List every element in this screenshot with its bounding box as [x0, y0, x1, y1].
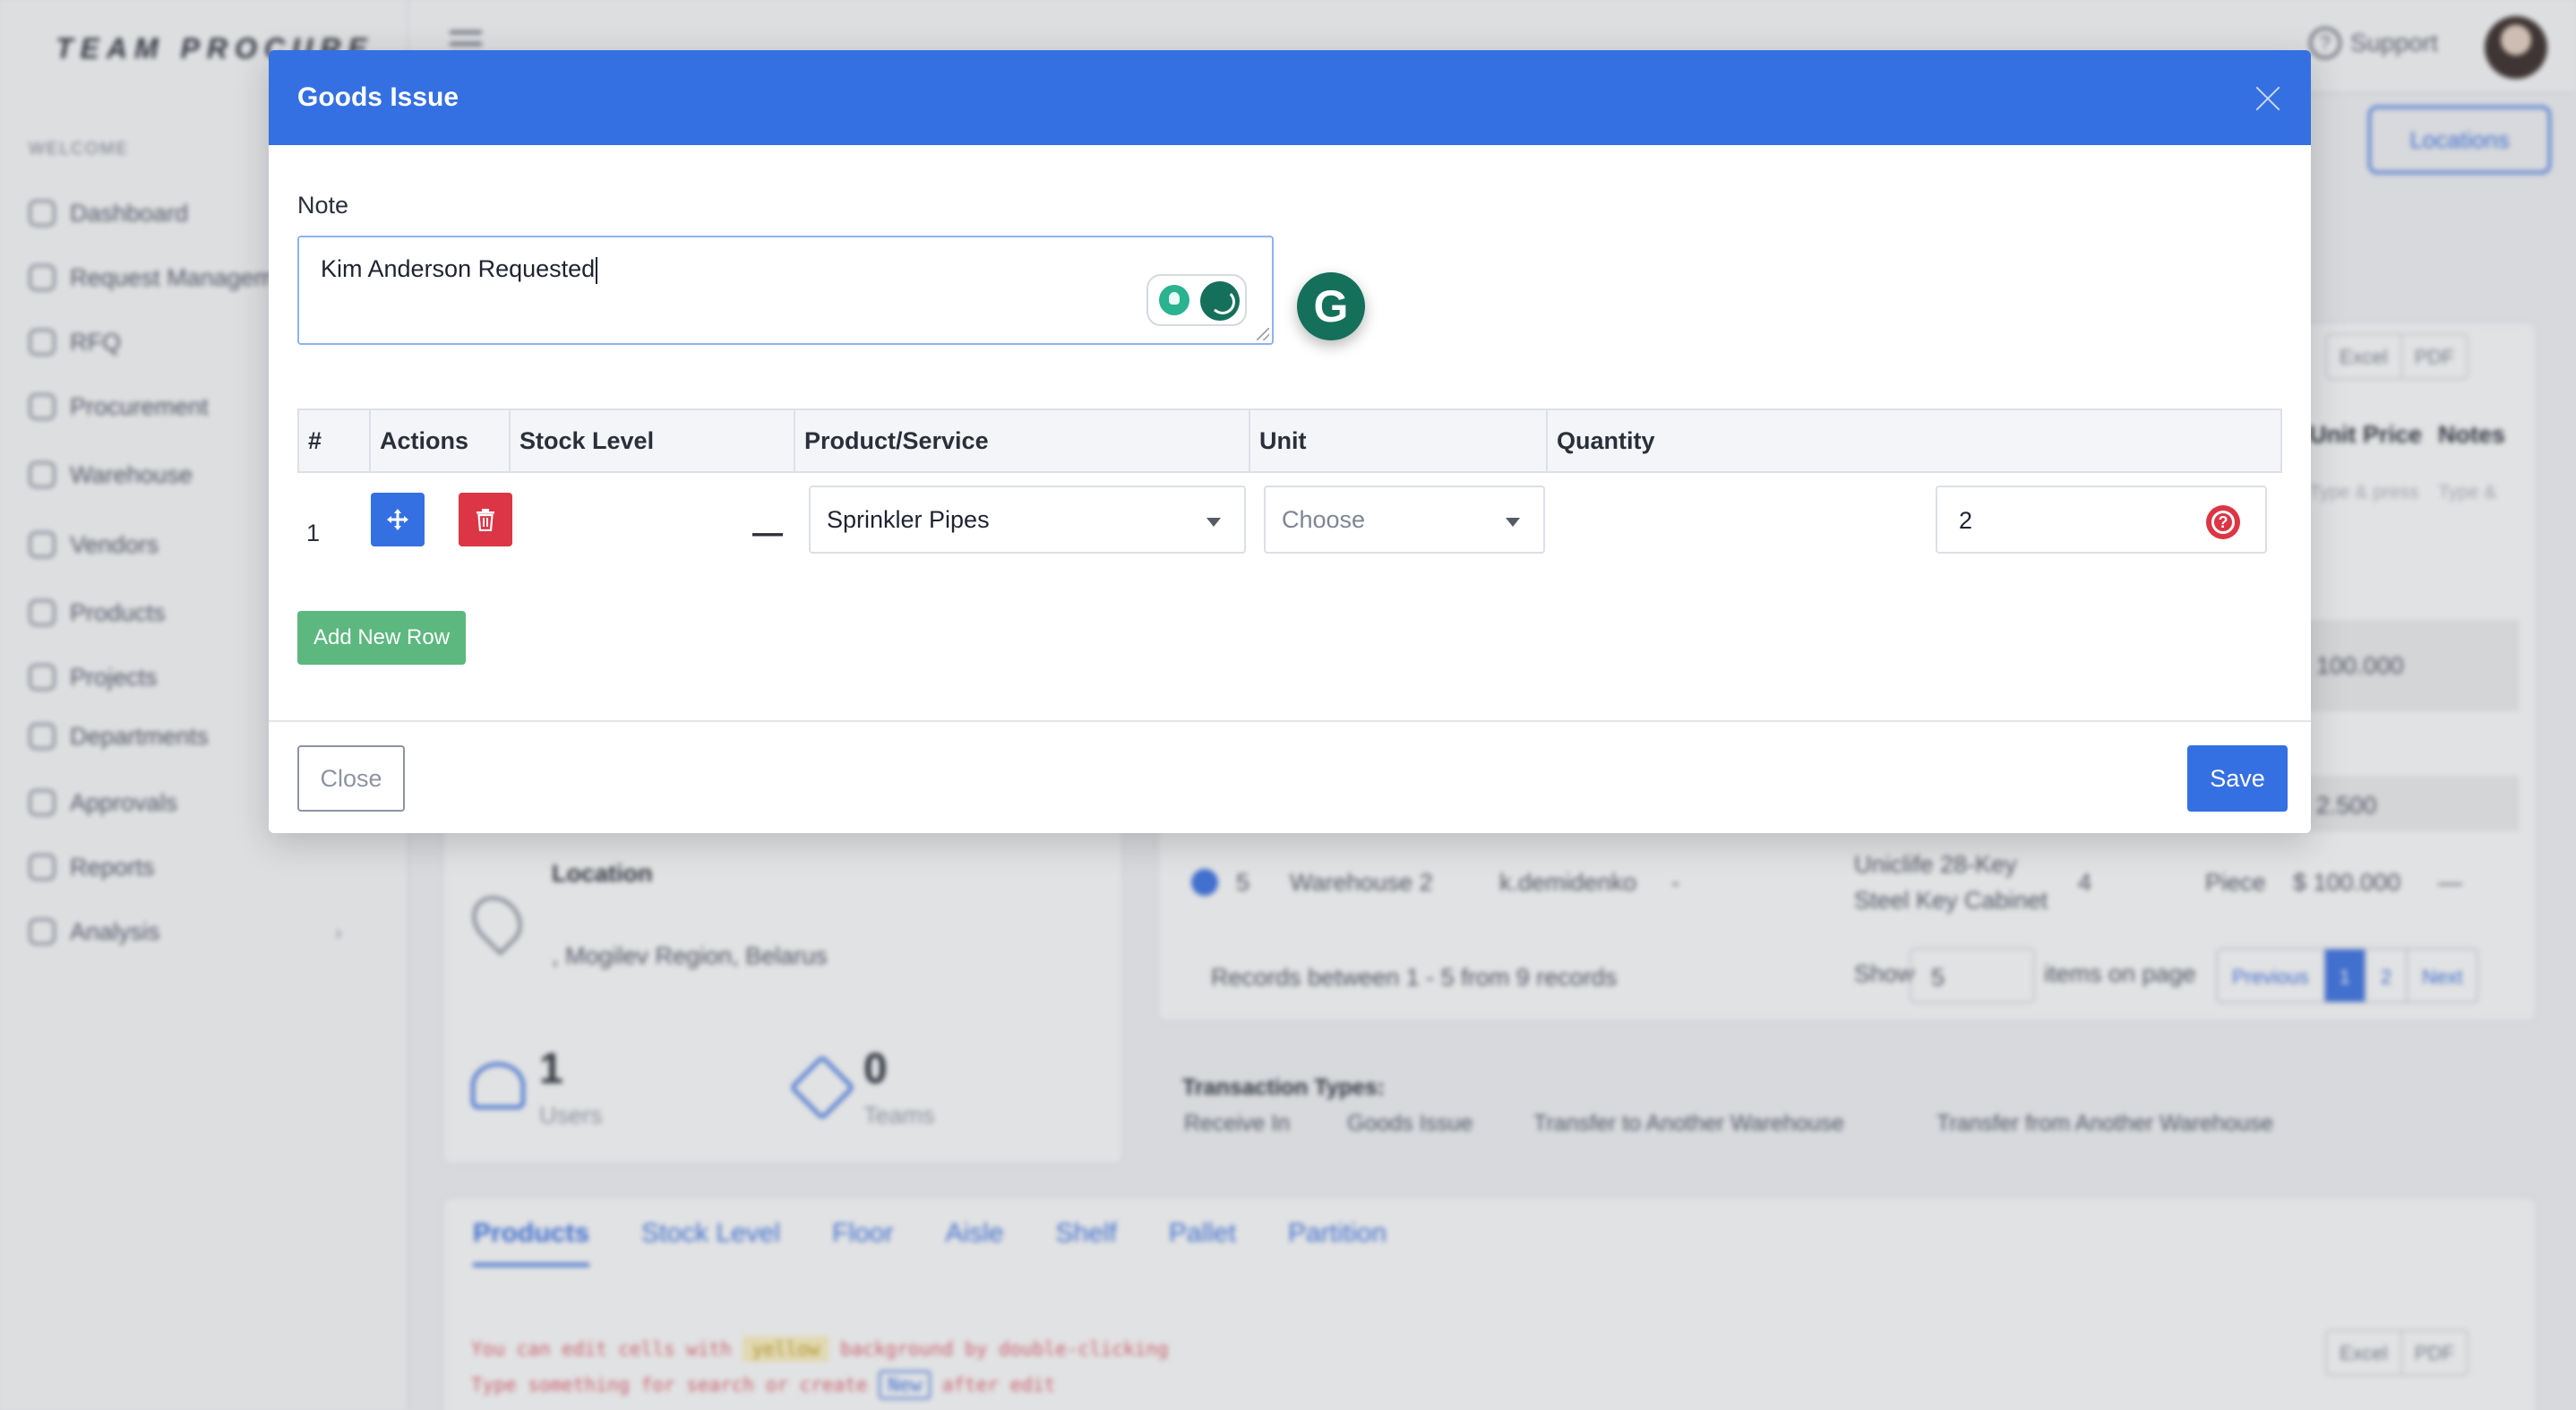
grammarly-status-icon[interactable] [1200, 281, 1240, 321]
product-selected-value: Sprinkler Pipes [827, 505, 990, 533]
chevron-down-icon [1206, 518, 1221, 527]
product-select[interactable]: Sprinkler Pipes [809, 486, 1246, 554]
col-product-service: Product/Service [794, 410, 1249, 471]
note-label: Note [297, 192, 349, 219]
note-text: Kim Anderson Requested [321, 255, 596, 282]
modal-title: Goods Issue [297, 82, 459, 112]
goods-issue-modal: Goods Issue Note Kim Anderson Requested … [269, 50, 2311, 833]
table-header: # Actions Stock Level Product/Service Un… [297, 408, 2282, 473]
grammarly-icon[interactable]: G [1297, 272, 1365, 340]
col-quantity: Quantity [1546, 410, 2280, 471]
unit-placeholder: Choose [1282, 505, 1366, 533]
help-error-icon[interactable]: ? [2206, 505, 2240, 539]
trash-icon [477, 509, 494, 531]
move-icon [387, 509, 408, 530]
resize-handle-icon[interactable] [1257, 328, 1269, 340]
chevron-down-icon [1506, 518, 1520, 527]
col-stock-level: Stock Level [509, 410, 794, 471]
quantity-input[interactable]: 2 ? [1936, 486, 2267, 554]
close-icon[interactable] [2250, 81, 2286, 116]
col-unit: Unit [1249, 410, 1546, 471]
note-textarea[interactable]: Kim Anderson Requested [297, 236, 1274, 345]
col-number: # [308, 426, 322, 454]
modal-header: Goods Issue [269, 50, 2311, 145]
col-actions: Actions [369, 410, 509, 471]
lightbulb-icon[interactable] [1159, 285, 1189, 315]
stock-level-value: — [752, 516, 783, 550]
add-new-row-button[interactable]: Add New Row [297, 611, 466, 665]
delete-row-button[interactable] [459, 493, 512, 546]
unit-select[interactable]: Choose [1264, 486, 1545, 554]
quantity-value: 2 [1959, 507, 1973, 534]
move-row-button[interactable] [371, 493, 425, 546]
close-button[interactable]: Close [297, 745, 405, 812]
row-number: 1 [306, 520, 321, 546]
save-button[interactable]: Save [2187, 745, 2288, 812]
grammarly-widget[interactable] [1146, 274, 1247, 326]
modal-footer-divider [269, 720, 2311, 722]
text-caret [596, 256, 598, 284]
